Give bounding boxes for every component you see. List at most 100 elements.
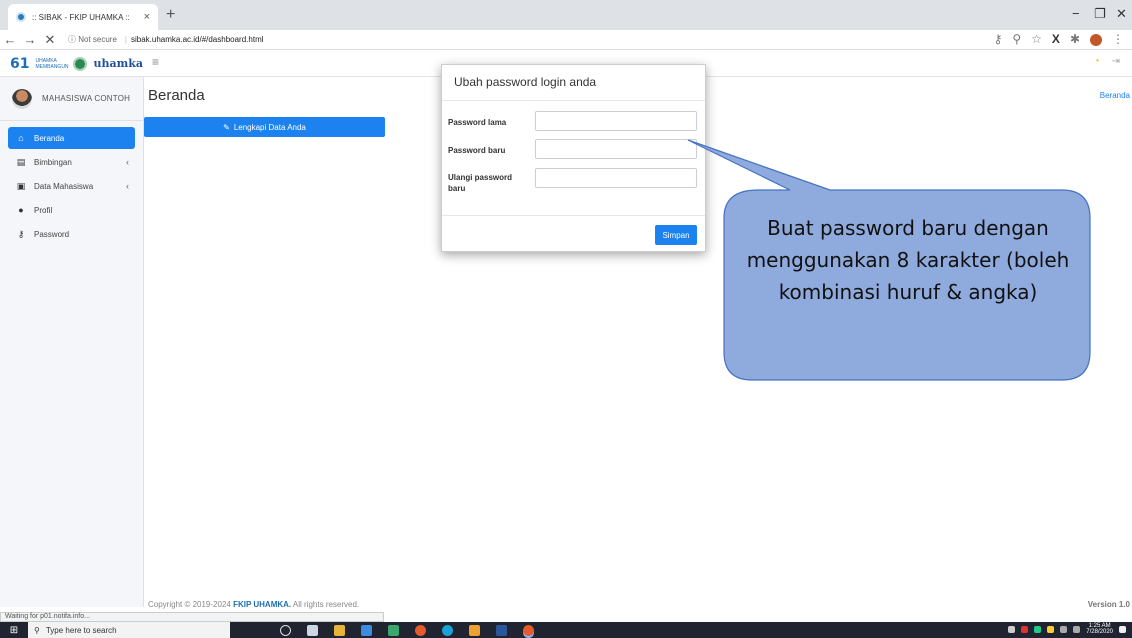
notification-bell-icon[interactable]: ◔ xyxy=(1094,56,1100,67)
sidebar-item-bimbingan[interactable]: ▤ Bimbingan ‹ xyxy=(8,151,135,173)
sidebar-item-password[interactable]: ⚷ Password xyxy=(8,223,135,245)
logout-icon[interactable]: ⇥ xyxy=(1112,56,1120,67)
tray-x-icon[interactable] xyxy=(1021,625,1029,633)
browser-toolbar-icons: ⚷ ⚲ ☆ X ✱ ⋮ xyxy=(994,32,1124,46)
back-button[interactable]: ← xyxy=(0,32,20,47)
store-icon[interactable] xyxy=(361,624,372,636)
new-tab-button[interactable]: + xyxy=(166,6,175,24)
modal-title: Ubah password login anda xyxy=(442,65,705,101)
logo-wordmark: uhamka xyxy=(93,57,143,70)
logo-tagline: UHAMKA MEMBANGUN xyxy=(35,57,69,70)
search-icon: ⚲ xyxy=(34,625,40,635)
user-name: MAHASISWA CONTOH xyxy=(42,94,131,103)
taskbar-clock[interactable]: 1:25 AM 7/28/2020 xyxy=(1086,623,1113,635)
modal-footer: Simpan xyxy=(442,215,705,252)
sidebar: MAHASISWA CONTOH ⌂ Beranda ▤ Bimbingan ‹… xyxy=(0,77,144,607)
version: Version 1.0 xyxy=(1087,600,1130,609)
browser-icon[interactable] xyxy=(442,624,453,636)
hamburger-menu-icon[interactable]: ≡ xyxy=(152,55,159,69)
extension-x-icon[interactable]: X xyxy=(1052,32,1060,46)
browser-tab-bar: :: SIBAK - FKIP UHAMKA :: × + − ❐ ✕ xyxy=(0,0,1132,30)
sidebar-item-label: Bimbingan xyxy=(34,157,72,167)
tray-sync-icon[interactable] xyxy=(1034,625,1042,633)
cortana-icon[interactable] xyxy=(280,624,291,636)
sidebar-item-profil[interactable]: ● Profil xyxy=(8,199,135,221)
avatar xyxy=(12,88,32,109)
user-icon: ● xyxy=(18,205,24,215)
callout-text: Buat password baru dengan menggunakan 8 … xyxy=(746,216,1070,304)
chrome-active-icon[interactable] xyxy=(523,624,534,636)
complete-data-label: Lengkapi Data Anda xyxy=(233,122,306,132)
save-button[interactable]: Simpan xyxy=(655,225,697,245)
tab-title: :: SIBAK - FKIP UHAMKA :: xyxy=(32,12,130,22)
stop-button[interactable]: ✕ xyxy=(40,32,60,48)
tray-network-icon[interactable] xyxy=(1060,625,1068,633)
page-title: Beranda xyxy=(148,87,205,104)
sidebar-item-beranda[interactable]: ⌂ Beranda xyxy=(8,127,135,149)
edge-icon[interactable] xyxy=(388,624,399,636)
sidebar-menu: ⌂ Beranda ▤ Bimbingan ‹ ▣ Data Mahasiswa… xyxy=(0,121,143,253)
chrome-icon[interactable] xyxy=(415,624,426,636)
logo[interactable]: 61 UHAMKA MEMBANGUN uhamka xyxy=(0,50,144,77)
browser-tab[interactable]: :: SIBAK - FKIP UHAMKA :: × xyxy=(8,4,158,30)
sidebar-item-label: Profil xyxy=(34,205,53,215)
sidebar-item-data-mahasiswa[interactable]: ▣ Data Mahasiswa ‹ xyxy=(8,175,135,197)
copyright-org[interactable]: FKIP UHAMKA. xyxy=(233,600,291,609)
kebab-menu-icon[interactable]: ⋮ xyxy=(1112,32,1124,46)
profile-icon[interactable] xyxy=(1090,34,1102,46)
task-view-icon[interactable] xyxy=(307,624,318,636)
star-icon[interactable]: ☆ xyxy=(1031,32,1042,46)
id-card-icon: ▣ xyxy=(16,180,26,191)
confirm-password-label: Ulangi password baru xyxy=(448,173,513,193)
new-password-label: Password baru xyxy=(448,146,506,155)
url-text[interactable]: sibak.uhamka.ac.id/#/dashboard.html xyxy=(131,35,264,44)
user-panel[interactable]: MAHASISWA CONTOH xyxy=(0,77,143,121)
tray-volume-icon[interactable] xyxy=(1073,625,1081,633)
book-icon: ▤ xyxy=(16,156,26,167)
windows-taskbar: ⊞ ⚲ Type here to search 1:25 AM 7/28/202… xyxy=(0,622,1132,638)
change-password-modal: Ubah password login anda Password lama P… xyxy=(441,64,706,252)
copyright-suffix: All rights reserved. xyxy=(291,600,360,609)
url-field[interactable]: ⓘ Not secure | sibak.uhamka.ac.id/#/dash… xyxy=(68,34,264,45)
file-explorer-icon[interactable] xyxy=(334,624,345,636)
word-icon[interactable] xyxy=(496,624,507,636)
forward-button[interactable]: → xyxy=(20,32,40,47)
uhamka-seal-icon xyxy=(73,56,88,71)
tray-warning-icon[interactable] xyxy=(1047,625,1055,633)
notification-center-icon[interactable] xyxy=(1119,625,1126,633)
key-icon: ⚷ xyxy=(17,228,25,239)
sidebar-item-label: Data Mahasiswa xyxy=(34,181,94,191)
puzzle-icon[interactable]: ✱ xyxy=(1070,32,1080,46)
not-secure-label[interactable]: ⓘ Not secure xyxy=(68,34,117,45)
tab-close-icon[interactable]: × xyxy=(144,11,150,23)
breadcrumb[interactable]: Beranda xyxy=(1100,91,1130,100)
header-actions: ◔ ⇥ xyxy=(1094,56,1120,67)
copyright-prefix: Copyright © 2019-2024 xyxy=(148,600,234,609)
key-icon[interactable]: ⚷ xyxy=(994,32,1003,46)
old-password-input[interactable] xyxy=(535,111,697,131)
logo-61: 61 xyxy=(10,55,30,72)
edit-icon: ✎ xyxy=(223,122,230,132)
confirm-password-input[interactable] xyxy=(535,168,697,188)
close-window-button[interactable]: ✕ xyxy=(1116,6,1127,22)
new-password-input[interactable] xyxy=(535,139,697,159)
restore-button[interactable]: ❐ xyxy=(1094,6,1106,22)
browser-status-bar: Waiting for p01.notifa.info... xyxy=(0,612,384,622)
sidebar-item-label: Beranda xyxy=(34,133,65,143)
complete-data-button[interactable]: ✎ Lengkapi Data Anda xyxy=(144,117,385,137)
paint-icon[interactable] xyxy=(469,624,480,636)
address-bar: ← → ✕ ⓘ Not secure | sibak.uhamka.ac.id/… xyxy=(0,30,1132,50)
taskbar-apps xyxy=(280,624,534,636)
taskbar-search[interactable]: ⚲ Type here to search xyxy=(28,622,230,638)
taskbar-search-placeholder: Type here to search xyxy=(45,625,117,635)
copyright: Copyright © 2019-2024 FKIP UHAMKA. All r… xyxy=(148,600,359,609)
zoom-icon[interactable]: ⚲ xyxy=(1012,32,1021,46)
old-password-label: Password lama xyxy=(448,118,507,127)
chevron-left-icon: ‹ xyxy=(126,181,129,191)
system-tray: 1:25 AM 7/28/2020 xyxy=(1008,623,1126,635)
tray-app-icon[interactable] xyxy=(1008,625,1016,633)
windows-start-icon[interactable]: ⊞ xyxy=(0,625,28,636)
minimize-button[interactable]: − xyxy=(1072,6,1080,21)
chevron-left-icon: ‹ xyxy=(126,157,129,167)
footer: Copyright © 2019-2024 FKIP UHAMKA. All r… xyxy=(144,596,1132,612)
